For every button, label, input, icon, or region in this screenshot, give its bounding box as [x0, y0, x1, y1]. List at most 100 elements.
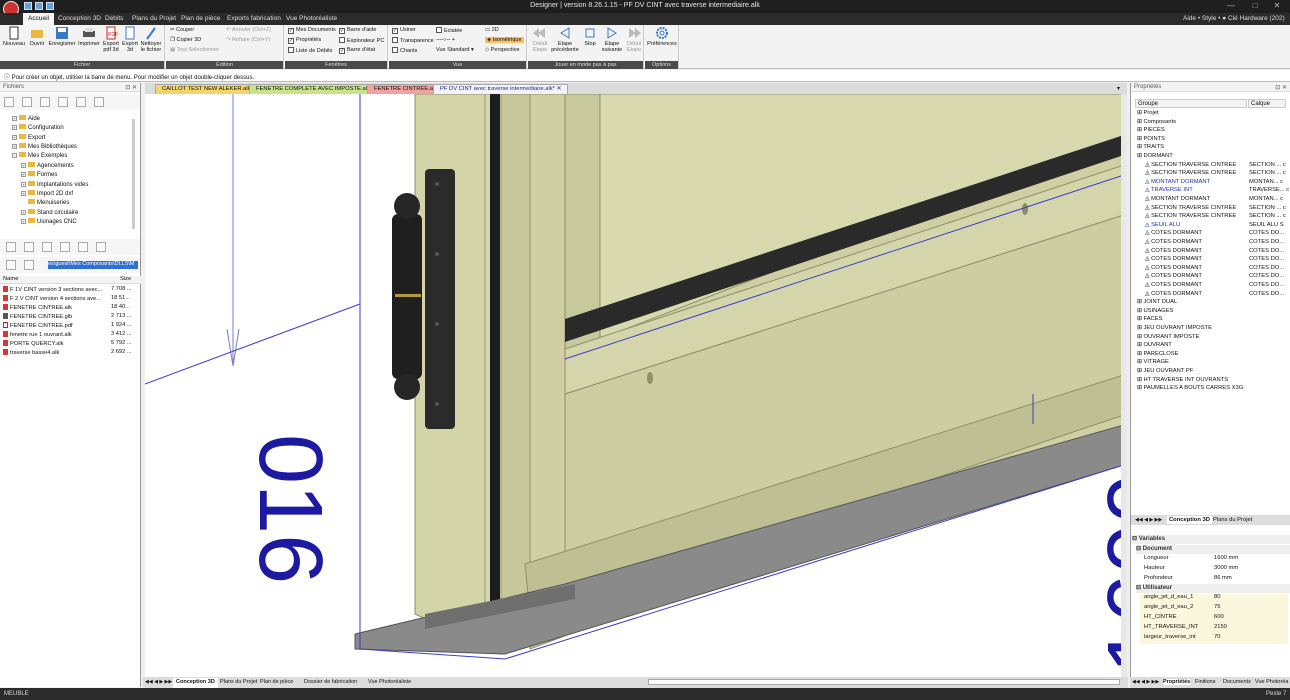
up-folder-icon[interactable] [24, 260, 34, 270]
tout-selectionner-button[interactable]: ▦ Tout Sélectionner [170, 47, 219, 53]
horizontal-scrollbar[interactable] [648, 679, 1120, 685]
file-row[interactable]: traverse basse4.alk 2 692 ... [3, 349, 132, 356]
detail-etape-button-2[interactable]: Détail Etape [624, 26, 644, 53]
var-row-hauteur[interactable]: Hauteur 3000 mm [1140, 565, 1288, 575]
tree-item-stand-circulaire[interactable]: + Stand circulaire [21, 209, 78, 216]
expand-icon[interactable]: + [12, 125, 17, 130]
var-value[interactable]: 3000 mm [1214, 565, 1238, 571]
tab-dropdown-icon[interactable]: ▾ [1117, 85, 1120, 92]
tool-icon-8[interactable] [24, 242, 34, 252]
menu-plan-piece[interactable]: Plan de pièce [181, 15, 220, 22]
refaire-button[interactable]: ↷ Refaire (Ctrl+Y) [226, 37, 271, 43]
layer-row[interactable]: ⊞ VITRAGE [1137, 359, 1169, 365]
tool-icon-3[interactable] [40, 97, 50, 107]
var-value[interactable]: 86 mm [1214, 575, 1232, 581]
ptab-plans-projet[interactable]: Plans du Projet [1211, 516, 1254, 524]
column-calque[interactable]: Calque [1248, 99, 1286, 108]
couper-button[interactable]: ✂ Couper [170, 27, 194, 33]
tab-nav-arrows[interactable]: ◀◀ ◀ ▶ ▶▶ [1135, 517, 1162, 523]
tree-item-usinages-cnc[interactable]: + Usinages CNC [21, 218, 77, 225]
tree-item-export[interactable]: + Export [12, 134, 45, 141]
layer-row[interactable]: ◬ MONTANT DORMANT [1145, 196, 1210, 202]
panel-pin-icon[interactable]: ⊡ ✕ [125, 84, 137, 91]
expand-icon[interactable]: + [21, 163, 26, 168]
layer-row[interactable]: ⊞ USINAGES [1137, 308, 1173, 314]
3d-viewport[interactable]: 016 1600 [145, 94, 1127, 677]
layer-row[interactable]: ⊞ PIECES [1137, 127, 1165, 133]
barre-aide-toggle[interactable]: ✓ Barre d'aide [339, 27, 377, 34]
close-tab-icon[interactable]: ✕ [557, 86, 562, 92]
btab-vue-photorealiste[interactable]: Vue Photoréaliste [365, 678, 414, 688]
annuler-button[interactable]: ↶ Annuler (Ctrl+Z) [226, 27, 271, 33]
layer-row[interactable]: ⊞ Composants [1137, 119, 1176, 125]
column-name[interactable]: Name [3, 276, 18, 282]
utilisateur-section[interactable]: ⊟ Utilisateur [1136, 584, 1290, 593]
layer-row[interactable]: ⊞ JEU OUVRANT IMPOSTE [1137, 325, 1212, 331]
rtab-vue-photorealiste[interactable]: Vue Photoréa [1255, 679, 1288, 685]
liste-debits-toggle[interactable]: Liste de Débits [288, 47, 332, 54]
rtab-proprietes[interactable]: Propriétés [1163, 679, 1191, 685]
imprimer-button[interactable]: Imprimer [77, 26, 101, 47]
rtab-documents[interactable]: Documents [1223, 679, 1251, 685]
layer-row[interactable]: ⊞ PARECLOSE [1137, 351, 1178, 357]
mes-documents-toggle[interactable]: ✓ Mes Documents [288, 27, 336, 34]
layer-row[interactable]: ◬ COTES DORMANT [1145, 273, 1202, 279]
var-row-largeur-traverse[interactable]: largeur_traverse_int 70 [1140, 634, 1288, 644]
expand-icon[interactable]: + [12, 144, 17, 149]
file-row[interactable]: F 2 V CINT version 4 sections ave... 18 5… [3, 295, 130, 302]
var-value[interactable]: 1600 mm [1214, 555, 1238, 561]
isometrique-button[interactable]: ◈ Isométrique [485, 37, 524, 43]
3d-scene[interactable]: 016 1600 [145, 94, 1127, 677]
btab-plan-piece[interactable]: Plan de pièce [257, 678, 296, 688]
menu-vue-photorealiste[interactable]: Vue Photoréaliste [286, 15, 337, 22]
tree-item-import-2d[interactable]: + Import 2D dxf [21, 190, 73, 197]
tool-icon-2[interactable] [22, 97, 32, 107]
perspective-button[interactable]: ◇ Perspective [485, 47, 520, 53]
tool-icon-5[interactable] [76, 97, 86, 107]
expand-icon[interactable]: + [12, 135, 17, 140]
menu-right-info[interactable]: Aide • Style • ● Clé Hardware (202) [1183, 15, 1285, 22]
tool-icon-12[interactable] [96, 242, 106, 252]
expand-icon[interactable]: + [21, 182, 26, 187]
tool-icon-9[interactable] [42, 242, 52, 252]
usiner-toggle[interactable]: ✓ Usiner [392, 27, 416, 34]
tab-nav-arrows[interactable]: ◀◀ ◀ ▶ ▶▶ [1132, 679, 1159, 685]
layer-row[interactable]: ⊞ FACES [1137, 316, 1162, 322]
var-row-ht-cintre[interactable]: HT_CINTRE 600 [1140, 614, 1288, 624]
layer-row[interactable]: ◬ MONTANT DORMANT [1145, 179, 1210, 185]
layer-row[interactable]: ◬ COTES DORMANT [1145, 230, 1202, 236]
column-groupe[interactable]: Groupe [1135, 99, 1247, 108]
var-value[interactable]: 600 [1214, 614, 1224, 620]
tree-item-aide[interactable]: + Aide [12, 115, 40, 122]
layer-row[interactable]: ⊞ TRAITS [1137, 144, 1164, 150]
view-2d-button[interactable]: ▭ 2D [485, 27, 499, 33]
layer-row[interactable]: ⊞ OUVRANT IMPOSTE [1137, 334, 1199, 340]
menu-conception-3d[interactable]: Conception 3D [58, 15, 101, 22]
file-row[interactable]: fenetre rue 1 ouvrant.alk 3 412 ... [3, 331, 132, 338]
export-pdf3d-button[interactable]: PDF Export pdf 3d [101, 26, 121, 53]
ouvrir-button[interactable]: Ouvrir [26, 26, 48, 47]
layer-row[interactable]: ◬ SECTION TRAVERSE CINTREE [1145, 170, 1236, 176]
layer-row[interactable]: ◬ SEUIL ALU [1145, 222, 1180, 228]
viewport-scrollbar[interactable] [1121, 94, 1127, 677]
tree-item-menuiseries[interactable]: Menuiseries [28, 199, 69, 206]
tool-icon-4[interactable] [58, 97, 68, 107]
layer-row[interactable]: ⊞ POINTS [1137, 136, 1165, 142]
doc-tab-pf-dv-cint[interactable]: PF DV CINT avec traverse intermediaire.a… [433, 84, 569, 94]
btab-dossier-fabrication[interactable]: Dossier de fabrication [301, 678, 360, 688]
var-value[interactable]: 75 [1214, 604, 1220, 610]
copier-3d-button[interactable]: ❐ Copier 3D [170, 37, 201, 43]
etape-suivante-button[interactable]: Etape suivante [599, 26, 625, 53]
menu-debits[interactable]: Débits [105, 15, 123, 22]
file-row[interactable]: FENETRE CINTREE.pdf 1 924 ... [3, 322, 132, 329]
layer-row[interactable]: ⊞ JOINT DUAL [1137, 299, 1177, 305]
rtab-finitions[interactable]: Finitions [1195, 679, 1215, 685]
tool-icon-10[interactable] [60, 242, 70, 252]
tool-icon-11[interactable] [78, 242, 88, 252]
refresh-icon[interactable] [6, 260, 16, 270]
btab-conception-3d[interactable]: Conception 3D [173, 678, 218, 688]
tree-item-configuration[interactable]: + Configuration [12, 124, 64, 131]
tree-item-implantations-vides[interactable]: + Implantations vides [21, 181, 88, 188]
layer-row[interactable]: ◬ COTES DORMANT [1145, 282, 1202, 288]
proprietes-toggle[interactable]: ✓ Propriétés [288, 37, 321, 44]
